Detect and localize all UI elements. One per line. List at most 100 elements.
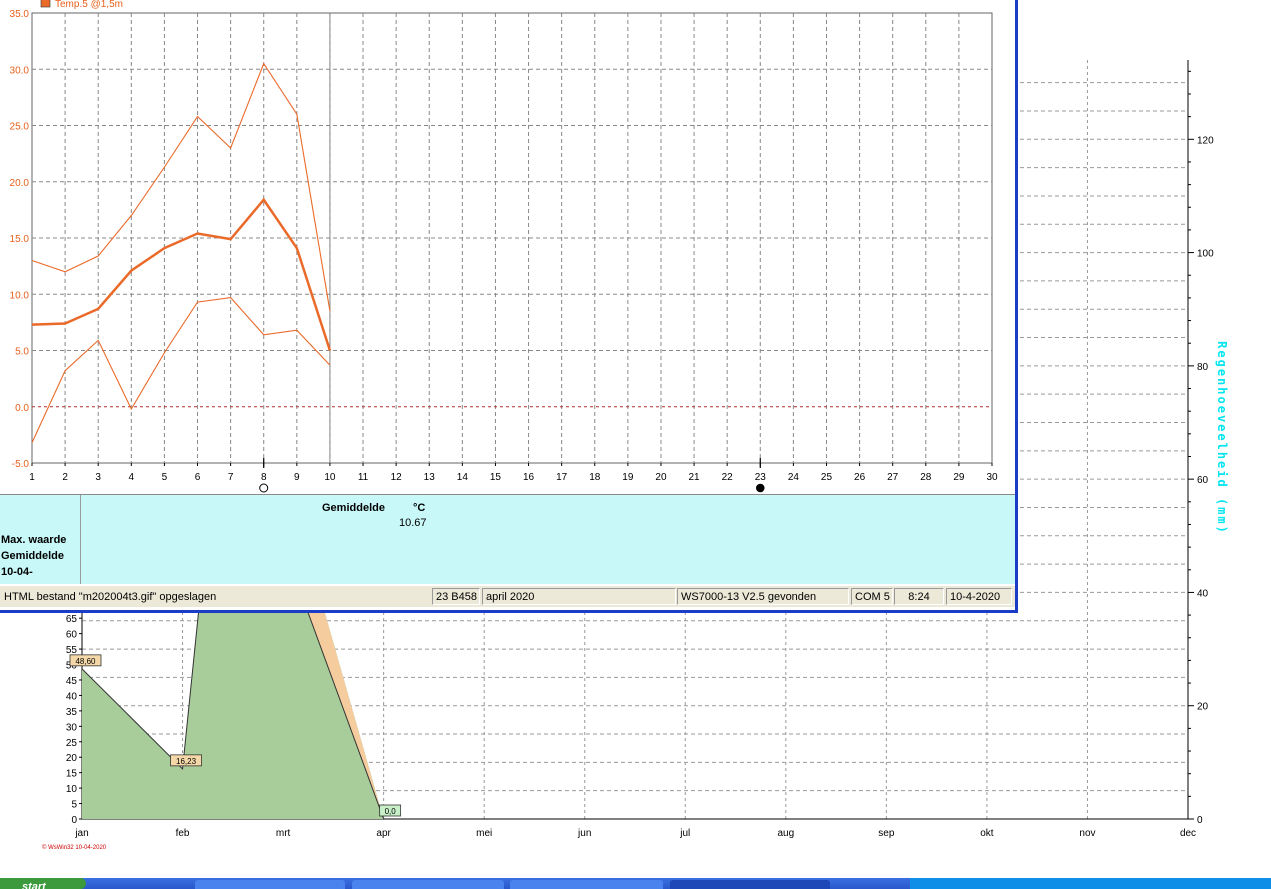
temp-legend-swatch [40,0,51,8]
temp-x-tick: 19 [622,472,634,483]
temp-y-tick: 30.0 [10,65,30,76]
temp-y-tick: -5.0 [12,459,30,470]
temp-x-tick: 28 [920,472,932,483]
rain-point-label-text: 48,60 [75,657,96,666]
first-quarter-moon-icon [259,483,269,493]
rain-x-tick: mrt [276,828,291,839]
temp-x-tick: 13 [424,472,436,483]
rain-left-tick: 20 [66,753,78,764]
average-value: 10.67 [399,517,427,529]
temp-y-tick: 15.0 [10,234,30,245]
rain-point-label: 48,60 [69,654,102,667]
rain-x-tick: nov [1079,828,1095,839]
rain-right-tick: 120 [1197,135,1214,146]
rain-x-tick: jun [577,828,591,839]
temp-y-tick: 0.0 [15,403,29,414]
rain-right-tick: 20 [1197,702,1209,713]
rain-left-tick: 10 [66,784,78,795]
temp-y-tick: 20.0 [10,178,30,189]
status-code: 23 B458 [432,588,480,605]
rain-point-label-text: 16,23 [176,757,197,766]
rain-x-tick: okt [980,828,994,839]
temp-x-tick: 24 [788,472,800,483]
temp-x-tick: 11 [358,472,369,483]
unit-header: °C [413,502,426,514]
rain-left-tick: 40 [66,691,78,702]
status-period: april 2020 [482,588,676,605]
taskbar-item[interactable] [510,880,663,889]
status-bar: HTML bestand "m202004t3.gif" opgeslagen … [0,585,1015,607]
temp-x-tick: 2 [62,472,68,483]
status-date: 10-4-2020 [946,588,1012,605]
system-tray [910,878,1271,889]
rain-point-label: 0,0 [379,804,402,817]
temp-x-tick: 4 [129,472,135,483]
rain-x-tick: jul [679,828,690,839]
rain-right-tick: 0 [1197,815,1203,826]
new-moon-icon [755,483,765,493]
rain-left-tick: 45 [66,676,78,687]
rain-left-tick: 0 [71,815,77,826]
temp-x-tick: 7 [228,472,234,483]
temp-x-tick: 5 [162,472,168,483]
rain-left-tick: 60 [66,630,78,641]
info-panel: Max. waarde Gemiddelde 10-04- Gemiddelde… [0,494,1015,584]
rain-x-tick: sep [878,828,895,839]
temp-y-tick: 35.0 [10,9,30,20]
temp-x-tick: 1 [29,472,35,483]
rain-x-tick: jan [74,828,88,839]
temperature-window[interactable]: 1 2 3 4 5 6 7 8 9 10 11 12 13 14 15 16 17 18 19 20 21 22 23 24 2… [0,0,1018,613]
temp-x-tick: 27 [887,472,899,483]
temp-x-tick: 14 [457,472,469,483]
rain-x-tick: aug [777,828,794,839]
max-value-label: Max. waarde [1,534,67,546]
rain-right-tick: 80 [1197,362,1209,373]
rain-left-tick: 30 [66,722,78,733]
temp-x-tick: 10 [324,472,336,483]
temp-y-tick: 10.0 [10,290,30,301]
temp-x-tick: 30 [986,472,998,483]
status-port: COM 5 [851,588,893,605]
rain-point-label-text: 0,0 [385,807,397,816]
temp-y-tick: 25.0 [10,122,30,133]
rain-left-tick: 5 [71,800,77,811]
temp-x-tick: 18 [589,472,601,483]
rain-right-tick: 40 [1197,588,1209,599]
rain-right-tick: 60 [1197,475,1209,486]
temp-x-tick: 20 [655,472,667,483]
status-device: WS7000-13 V2.5 gevonden [677,588,849,605]
rain-left-tick: 65 [66,614,78,625]
rain-x-tick: dec [1180,828,1196,839]
temp-x-tick: 23 [755,472,767,483]
rain-point-label: 16,23 [170,754,202,767]
temp-x-tick: 9 [294,472,300,483]
temp-x-tick: 22 [722,472,734,483]
rain-left-tick: 35 [66,707,78,718]
rain-x-tick: apr [376,828,391,839]
temp-legend-label: Temp.5 @1,5m [55,0,123,10]
rain-left-tick: 15 [66,769,78,780]
date-label: 10-04- [1,566,33,578]
temp-x-tick: 26 [854,472,866,483]
temp-x-tick: 3 [95,472,101,483]
info-divider [80,495,81,584]
start-button[interactable]: start [0,878,86,889]
taskbar-item-active[interactable] [670,880,830,889]
gemiddelde-header: Gemiddelde [322,502,385,514]
temp-x-tick: 8 [261,472,267,483]
temp-x-tick: 25 [821,472,833,483]
temp-x-tick: 6 [195,472,201,483]
temp-x-tick: 29 [953,472,965,483]
taskbar: start [0,878,1271,889]
average-label: Gemiddelde [1,550,64,562]
rain-right-tick: 100 [1197,249,1214,260]
rain-y-axis-label: Regenhoeveelheid (mm) [1215,341,1229,535]
temperature-chart: 1 2 3 4 5 6 7 8 9 10 11 12 13 14 15 16 17 18 19 20 21 22 23 24 2… [10,0,998,493]
temp-x-tick: 17 [556,472,568,483]
taskbar-item[interactable] [352,880,504,889]
rain-left-tick: 55 [66,645,78,656]
temp-x-tick: 16 [523,472,535,483]
temp-y-tick: 5.0 [15,347,29,358]
temp-x-tick: 15 [490,472,502,483]
taskbar-item[interactable] [195,880,345,889]
